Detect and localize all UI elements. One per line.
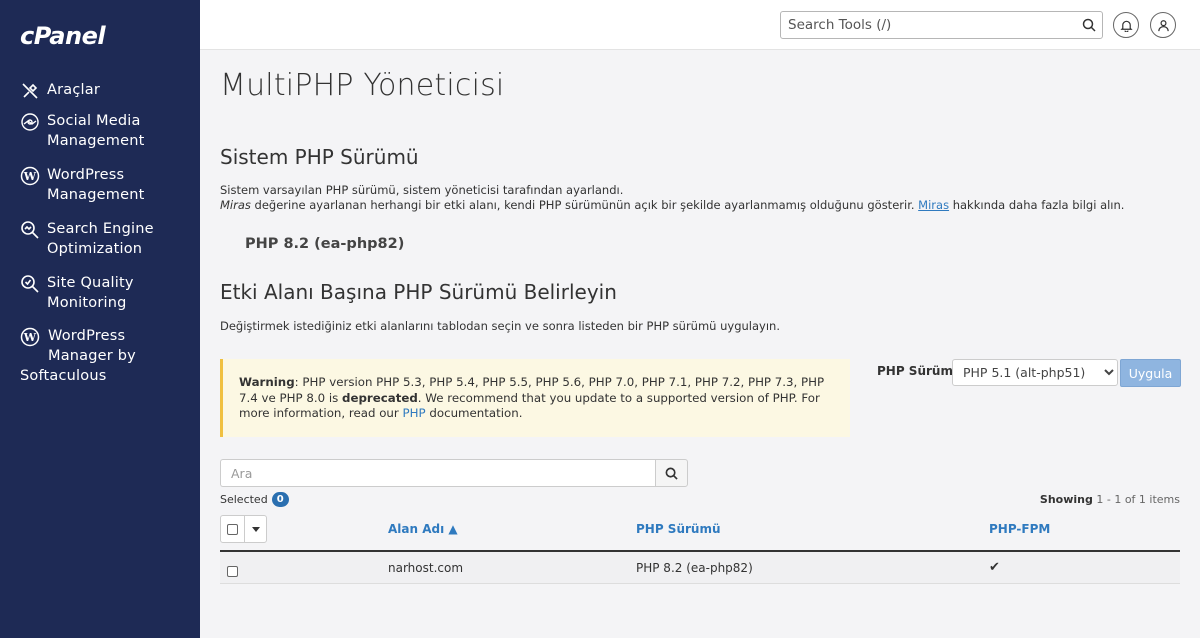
svg-text:W: W: [23, 170, 37, 183]
sidebar-item-wordpress-softaculous[interactable]: W WordPress Manager by Softaculous: [0, 326, 200, 388]
caret-down-icon: [251, 526, 260, 532]
page-title: MultiPHP Yöneticisi: [220, 68, 505, 103]
domain-search-button[interactable]: [655, 459, 688, 487]
sidebar-item-label: Monitoring: [47, 295, 127, 311]
site-quality-icon: [20, 274, 40, 294]
sidebar-item-label: Management: [47, 133, 145, 149]
system-php-desc2: Miras değerine ayarlanan herhangi bir et…: [220, 197, 1124, 213]
php-docs-link[interactable]: PHP: [403, 406, 426, 420]
sidebar-item-label: WordPress: [48, 328, 126, 344]
row-domain: narhost.com: [388, 561, 464, 575]
php-fpm-check-icon: ✔: [989, 560, 1000, 575]
sidebar-item-label: Manager by: [48, 348, 136, 364]
desc-text: hakkında daha fazla bilgi alın.: [949, 198, 1125, 212]
svg-text:W: W: [23, 331, 37, 344]
system-php-desc1: Sistem varsayılan PHP sürümü, sistem yön…: [220, 183, 624, 197]
sidebar-item-wordpress-management[interactable]: W WordPress Management: [0, 165, 200, 219]
selected-count: Selected 0: [220, 492, 289, 507]
sidebar-item-label: Social Media: [47, 113, 141, 129]
sidebar-item-label: Optimization: [47, 241, 143, 257]
php-version-select[interactable]: PHP 5.1 (alt-php51): [952, 359, 1118, 386]
php-version-label: PHP Sürümü: [877, 364, 962, 378]
search-icon[interactable]: [1076, 12, 1102, 38]
column-domain[interactable]: Alan Adı ▲: [388, 522, 458, 536]
apply-button[interactable]: Uygula: [1120, 359, 1181, 387]
sidebar-item-label: Site Quality: [47, 275, 134, 291]
sidebar-item-label: Management: [47, 187, 145, 203]
per-domain-desc: Değiştirmek istediğiniz etki alanlarını …: [220, 319, 780, 333]
showing-range: 1 - 1 of 1 items: [1096, 493, 1180, 506]
sidebar-item-social-media[interactable]: Social Media Management: [0, 111, 200, 165]
sidebar-item-label: WordPress: [47, 167, 125, 183]
social-media-icon: [20, 112, 40, 132]
warning-label: Warning: [239, 375, 295, 389]
table-row[interactable]: narhost.com PHP 8.2 (ea-php82) ✔: [220, 552, 1180, 584]
cpanel-logo[interactable]: cPanel: [20, 22, 106, 50]
sidebar-item-seo[interactable]: Search Engine Optimization: [0, 219, 200, 273]
sidebar: cPanel Araçlar Social Media Management W …: [0, 0, 200, 638]
sidebar-item-label: Araçlar: [47, 82, 101, 98]
search-icon: [665, 467, 678, 480]
sidebar-item-label: Softaculous: [20, 368, 107, 384]
row-php-version: PHP 8.2 (ea-php82): [636, 561, 753, 575]
tools-icon: [20, 81, 40, 101]
seo-icon: [20, 220, 40, 240]
top-bar: [200, 0, 1200, 50]
wordpress-icon: W: [20, 327, 40, 347]
column-php-fpm[interactable]: PHP-FPM: [989, 522, 1050, 536]
user-menu-button[interactable]: [1150, 12, 1176, 38]
sidebar-nav: Araçlar Social Media Management W WordPre…: [0, 78, 200, 388]
table-header: Alan Adı ▲ PHP Sürümü PHP-FPM: [220, 512, 1180, 552]
notifications-button[interactable]: [1113, 12, 1139, 38]
warning-text: documentation.: [425, 406, 523, 420]
inherit-italic: Miras: [220, 198, 251, 212]
showing-label: Showing: [1039, 493, 1093, 506]
per-domain-heading: Etki Alanı Başına PHP Sürümü Belirleyin: [220, 280, 617, 304]
column-php-version[interactable]: PHP Sürümü: [636, 522, 721, 536]
showing-count: Showing 1 - 1 of 1 items: [1040, 493, 1180, 506]
select-all-group: [220, 515, 267, 543]
domain-search-input[interactable]: [220, 459, 655, 487]
row-checkbox[interactable]: [227, 562, 238, 581]
deprecation-warning: Warning: PHP version PHP 5.3, PHP 5.4, P…: [220, 359, 850, 437]
selected-label: Selected: [220, 493, 268, 506]
desc-text: değerine ayarlanan herhangi bir etki ala…: [250, 198, 919, 212]
wordpress-icon: W: [20, 166, 40, 186]
search-tools-input[interactable]: [781, 12, 1076, 38]
sidebar-item-site-quality[interactable]: Site Quality Monitoring: [0, 273, 200, 326]
select-options-dropdown[interactable]: [245, 516, 266, 542]
sidebar-item-label: Search Engine: [47, 221, 154, 237]
search-tools[interactable]: [780, 11, 1103, 39]
deprecated-text: deprecated: [342, 390, 418, 405]
user-icon: [1157, 19, 1169, 31]
system-php-heading: Sistem PHP Sürümü: [220, 145, 419, 169]
selected-badge: 0: [271, 492, 289, 507]
system-php-version: PHP 8.2 (ea-php82): [245, 236, 405, 252]
sidebar-item-araclar[interactable]: Araçlar: [0, 78, 200, 111]
select-all-checkbox[interactable]: [221, 516, 246, 542]
bell-icon: [1119, 20, 1133, 32]
domain-search: [220, 459, 688, 487]
inherit-link[interactable]: Miras: [918, 198, 949, 212]
